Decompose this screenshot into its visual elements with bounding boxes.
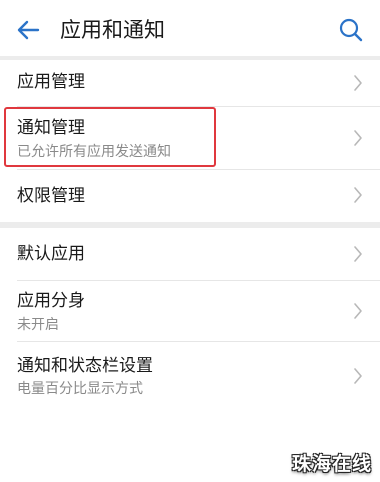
row-subtitle: 电量百分比显示方式	[17, 381, 143, 397]
row-title: 权限管理	[17, 186, 85, 206]
settings-row-notification-management[interactable]: 通知管理 已允许所有应用发送通知	[0, 107, 380, 169]
chevron-right-icon	[354, 246, 362, 262]
chevron-right-icon	[354, 303, 362, 319]
settings-row-notification-statusbar[interactable]: 通知和状态栏设置 电量百分比显示方式	[0, 342, 380, 412]
watermark-text: 珠海在线	[291, 453, 372, 475]
row-title: 通知管理	[17, 118, 85, 138]
chevron-right-icon	[354, 187, 362, 203]
settings-row-app-management[interactable]: 应用管理	[0, 60, 380, 106]
chevron-right-icon	[354, 75, 362, 91]
settings-row-app-twin[interactable]: 应用分身 未开启	[0, 281, 380, 341]
chevron-right-icon	[354, 368, 362, 384]
page-title: 应用和通知	[60, 18, 165, 42]
arrow-left-icon[interactable]	[14, 16, 42, 44]
row-title: 默认应用	[17, 244, 85, 264]
row-title: 通知和状态栏设置	[17, 356, 153, 376]
settings-row-permission-management[interactable]: 权限管理	[0, 170, 380, 220]
app-header: 应用和通知	[0, 0, 380, 58]
row-title: 应用分身	[17, 291, 85, 311]
search-icon[interactable]	[338, 17, 364, 43]
row-title: 应用管理	[17, 72, 85, 92]
row-subtitle: 未开启	[17, 317, 59, 333]
chevron-right-icon	[354, 130, 362, 146]
row-subtitle: 已允许所有应用发送通知	[17, 144, 171, 160]
settings-row-default-apps[interactable]: 默认应用	[0, 228, 380, 280]
